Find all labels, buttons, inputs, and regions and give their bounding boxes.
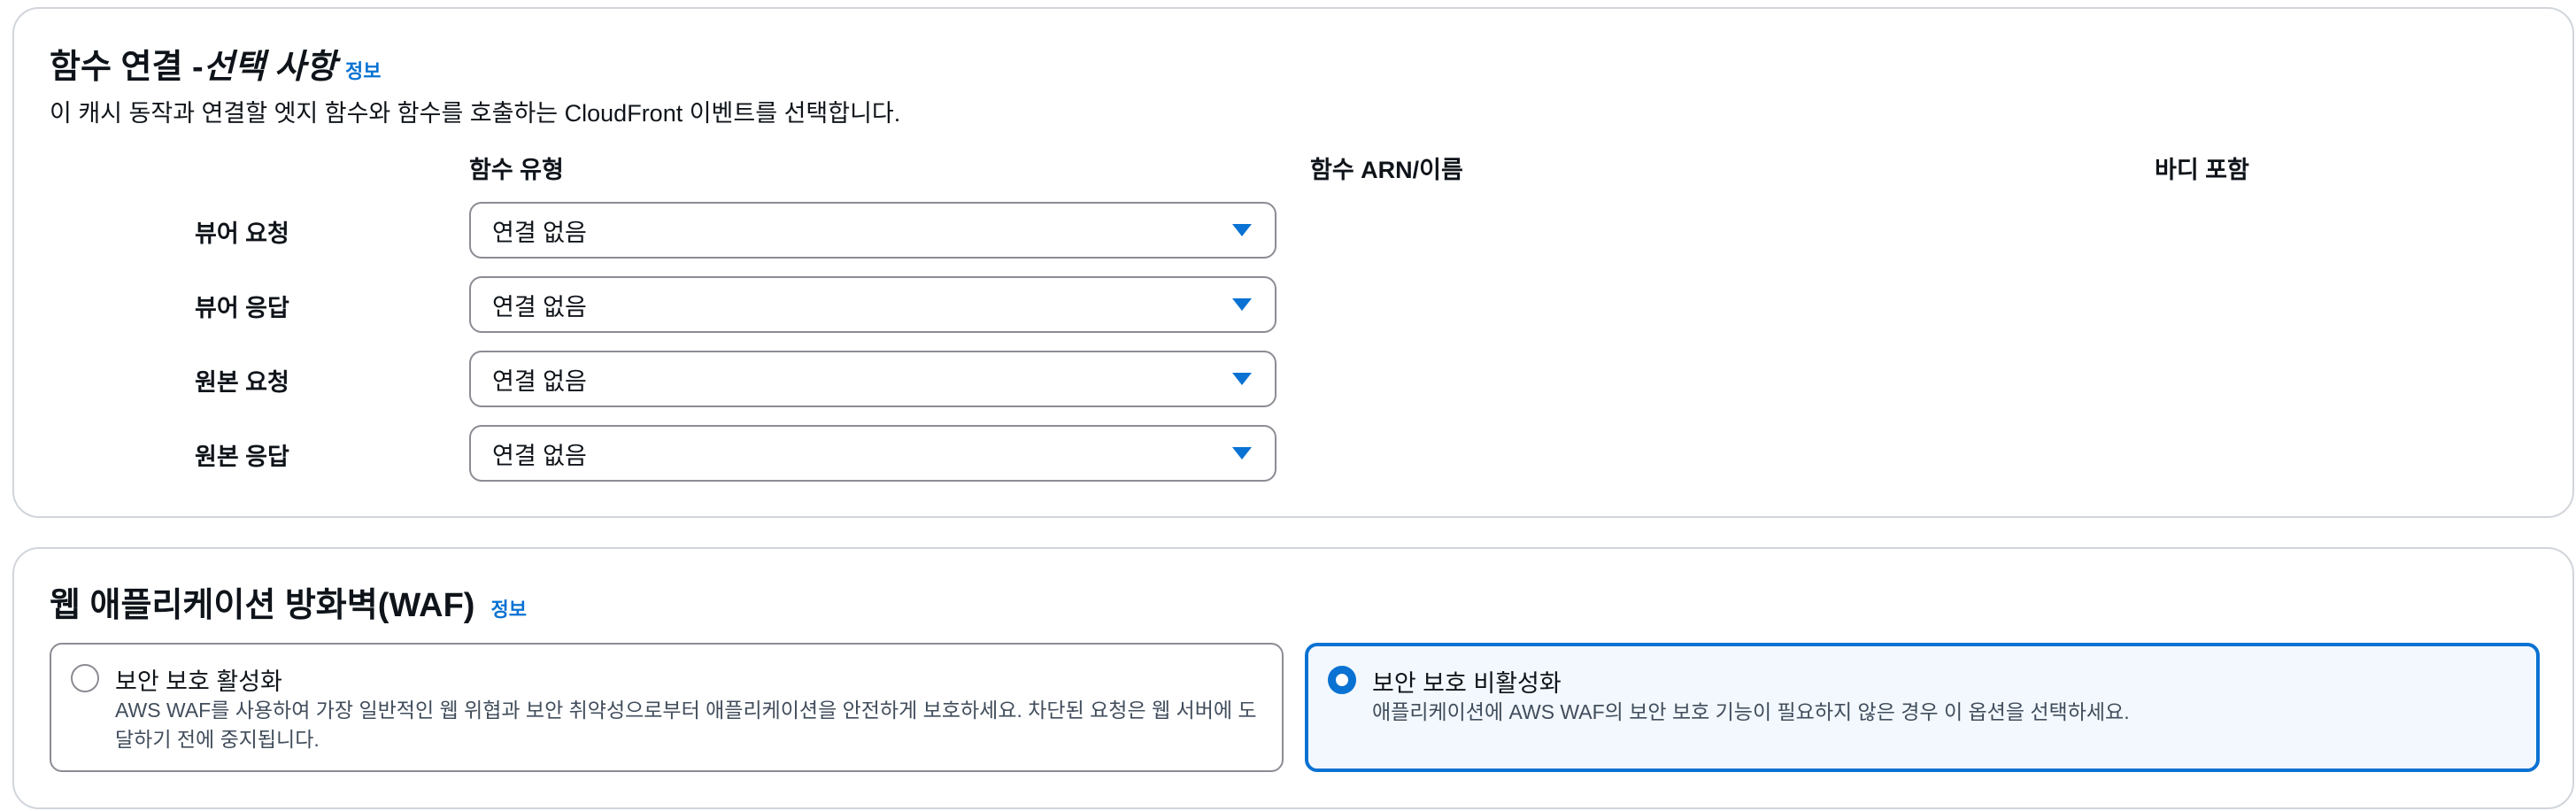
waf-title-text: 웹 애플리케이션 방화벽(WAF)	[50, 587, 475, 624]
waf-title: 웹 애플리케이션 방화벽(WAF) 정보	[50, 577, 527, 626]
radio-button-unchecked[interactable]	[71, 664, 99, 692]
column-header-function-type: 함수 유형	[469, 157, 564, 183]
row-label-viewer-response: 뷰어 응답	[195, 295, 289, 321]
tile-description: AWS WAF를 사용하여 가장 일반적인 웹 위협과 보안 취약성으로부터 애…	[115, 699, 1257, 751]
row-label-viewer-request: 뷰어 요청	[195, 220, 289, 247]
row-label-origin-request: 원본 요청	[195, 369, 289, 396]
info-link[interactable]: 정보	[345, 56, 381, 84]
tile-description: 애플리케이션에 AWS WAF의 보안 보호 기능이 필요하지 않은 경우 이 …	[1372, 700, 2130, 723]
caret-down-icon	[1232, 224, 1252, 236]
select-value: 연결 없음	[492, 442, 587, 469]
viewer-request-function-type-select[interactable]: 연결 없음	[469, 202, 1276, 259]
function-associations-panel: 함수 연결 - 선택 사항 정보 이 캐시 동작과 연결할 엣지 함수와 함수를…	[12, 7, 2574, 518]
caret-down-icon	[1232, 447, 1252, 460]
waf-panel: 웹 애플리케이션 방화벽(WAF) 정보 보안 보호 활성화 AWS WAF를 …	[12, 547, 2574, 809]
function-associations-title: 함수 연결 - 선택 사항 정보	[50, 39, 382, 88]
column-header-include-body: 바디 포함	[2155, 157, 2249, 183]
function-associations-description: 이 캐시 동작과 연결할 엣지 함수와 함수를 호출하는 CloudFront …	[50, 100, 901, 127]
tile-title: 보안 보호 활성화	[115, 668, 282, 695]
select-value: 연결 없음	[492, 219, 587, 246]
origin-response-function-type-select[interactable]: 연결 없음	[469, 425, 1276, 482]
title-optional: 선택 사항	[203, 49, 337, 86]
disable-security-protections-tile[interactable]: 보안 보호 비활성화 애플리케이션에 AWS WAF의 보안 보호 기능이 필요…	[1305, 643, 2540, 772]
caret-down-icon	[1232, 373, 1252, 385]
caret-down-icon	[1232, 298, 1252, 311]
radio-button-checked[interactable]	[1328, 666, 1356, 694]
tile-title: 보안 보호 비활성화	[1372, 670, 1562, 697]
info-link[interactable]: 정보	[490, 594, 526, 622]
row-label-origin-response: 원본 응답	[195, 444, 289, 470]
origin-request-function-type-select[interactable]: 연결 없음	[469, 351, 1276, 407]
enable-security-protections-tile[interactable]: 보안 보호 활성화 AWS WAF를 사용하여 가장 일반적인 웹 위협과 보안…	[50, 643, 1284, 772]
select-value: 연결 없음	[492, 367, 587, 395]
viewer-response-function-type-select[interactable]: 연결 없음	[469, 276, 1276, 333]
select-value: 연결 없음	[492, 293, 587, 321]
column-header-function-arn: 함수 ARN/이름	[1310, 157, 1463, 183]
title-main: 함수 연결 -	[50, 49, 204, 86]
